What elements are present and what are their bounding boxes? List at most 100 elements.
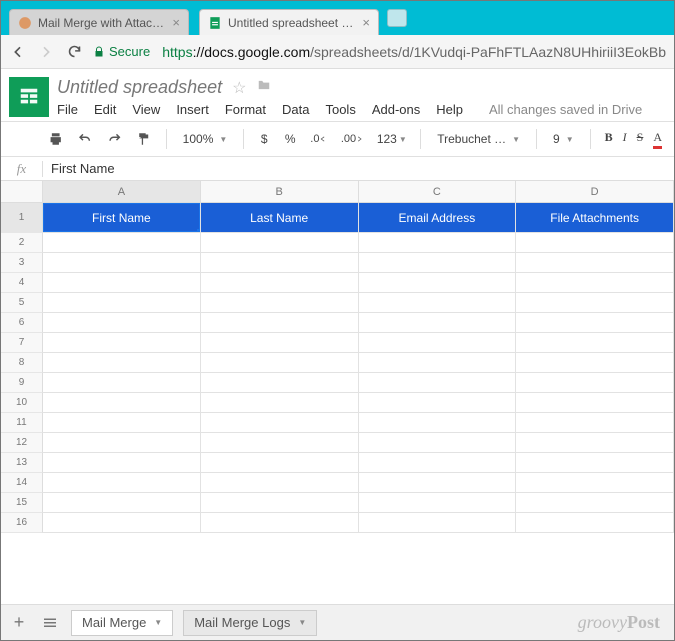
cell[interactable] xyxy=(43,293,201,313)
cell[interactable] xyxy=(516,253,674,273)
star-icon[interactable]: ☆ xyxy=(232,78,246,98)
bold-button[interactable]: B xyxy=(605,130,613,149)
cell[interactable] xyxy=(516,373,674,393)
col-header-b[interactable]: B xyxy=(201,181,359,203)
menu-addons[interactable]: Add-ons xyxy=(372,102,420,117)
font-dropdown[interactable]: Trebuchet …▼ xyxy=(431,132,526,146)
cell[interactable] xyxy=(201,493,359,513)
undo-icon[interactable] xyxy=(73,128,96,150)
cell[interactable] xyxy=(516,393,674,413)
header-cell[interactable]: File Attachments xyxy=(516,203,674,233)
add-sheet-button[interactable]: + xyxy=(9,608,29,637)
cell[interactable] xyxy=(201,273,359,293)
cell[interactable] xyxy=(201,413,359,433)
format-currency-icon[interactable]: $ xyxy=(254,128,274,150)
cell[interactable] xyxy=(359,293,517,313)
cell[interactable] xyxy=(359,273,517,293)
cell[interactable] xyxy=(201,353,359,373)
sheets-logo-icon[interactable] xyxy=(9,77,49,117)
folder-icon[interactable] xyxy=(256,78,272,97)
cell[interactable] xyxy=(516,333,674,353)
menu-format[interactable]: Format xyxy=(225,102,266,117)
cell[interactable] xyxy=(201,333,359,353)
cell[interactable] xyxy=(43,373,201,393)
increase-decimal-icon[interactable]: .00 xyxy=(337,129,367,149)
cell[interactable] xyxy=(359,313,517,333)
format-percent-icon[interactable]: % xyxy=(280,128,300,150)
cell[interactable] xyxy=(359,373,517,393)
cell[interactable] xyxy=(359,233,517,253)
cell[interactable] xyxy=(201,313,359,333)
cell[interactable] xyxy=(516,353,674,373)
strike-button[interactable]: S xyxy=(637,130,644,149)
cell[interactable] xyxy=(43,313,201,333)
row-header[interactable]: 8 xyxy=(1,353,43,373)
menu-tools[interactable]: Tools xyxy=(325,102,355,117)
cell[interactable] xyxy=(359,413,517,433)
font-size-dropdown[interactable]: 9▼ xyxy=(547,132,580,146)
row-header[interactable]: 11 xyxy=(1,413,43,433)
row-header[interactable]: 7 xyxy=(1,333,43,353)
header-cell[interactable]: Last Name xyxy=(201,203,359,233)
cell[interactable] xyxy=(43,473,201,493)
cell[interactable] xyxy=(43,353,201,373)
cell[interactable] xyxy=(43,273,201,293)
cell[interactable] xyxy=(43,493,201,513)
cell[interactable] xyxy=(201,433,359,453)
menu-edit[interactable]: Edit xyxy=(94,102,116,117)
number-format-dropdown[interactable]: 123▼ xyxy=(373,128,410,150)
row-header[interactable]: 15 xyxy=(1,493,43,513)
row-header[interactable]: 5 xyxy=(1,293,43,313)
row-header[interactable]: 9 xyxy=(1,373,43,393)
formula-input[interactable]: First Name xyxy=(43,161,115,176)
row-header[interactable]: 2 xyxy=(1,233,43,253)
menu-insert[interactable]: Insert xyxy=(176,102,209,117)
cell[interactable] xyxy=(359,333,517,353)
sheet-tab-inactive[interactable]: Mail Merge Logs▼ xyxy=(183,610,317,636)
text-color-button[interactable]: A xyxy=(653,130,662,149)
col-header-c[interactable]: C xyxy=(359,181,517,203)
cell[interactable] xyxy=(359,493,517,513)
browser-tab-1[interactable]: Mail Merge with Attachm × xyxy=(9,9,189,35)
cell[interactable] xyxy=(43,253,201,273)
decrease-decimal-icon[interactable]: .0 xyxy=(306,129,331,149)
row-header[interactable]: 3 xyxy=(1,253,43,273)
cell[interactable] xyxy=(516,233,674,253)
cell[interactable] xyxy=(359,513,517,533)
cell[interactable] xyxy=(516,433,674,453)
all-sheets-button[interactable] xyxy=(39,613,61,633)
cell[interactable] xyxy=(516,273,674,293)
cell[interactable] xyxy=(516,473,674,493)
forward-button[interactable] xyxy=(37,43,55,61)
cell[interactable] xyxy=(516,493,674,513)
row-header[interactable]: 1 xyxy=(1,203,43,233)
paint-format-icon[interactable] xyxy=(132,127,155,151)
cell[interactable] xyxy=(359,353,517,373)
cell[interactable] xyxy=(201,293,359,313)
cell[interactable] xyxy=(359,393,517,413)
cell[interactable] xyxy=(43,393,201,413)
redo-icon[interactable] xyxy=(103,128,126,150)
zoom-dropdown[interactable]: 100%▼ xyxy=(177,132,234,146)
cell[interactable] xyxy=(43,453,201,473)
sheet-tab-active[interactable]: Mail Merge▼ xyxy=(71,610,173,636)
header-cell[interactable]: First Name xyxy=(43,203,201,233)
close-tab-icon[interactable]: × xyxy=(362,16,370,29)
row-header[interactable]: 13 xyxy=(1,453,43,473)
cell[interactable] xyxy=(516,513,674,533)
url-display[interactable]: Secure https://docs.google.com/spreadshe… xyxy=(93,43,666,61)
cell[interactable] xyxy=(201,473,359,493)
cell[interactable] xyxy=(201,373,359,393)
row-header[interactable]: 6 xyxy=(1,313,43,333)
cell[interactable] xyxy=(201,253,359,273)
menu-help[interactable]: Help xyxy=(436,102,463,117)
row-header[interactable]: 4 xyxy=(1,273,43,293)
cell[interactable] xyxy=(516,313,674,333)
cell[interactable] xyxy=(201,393,359,413)
menu-file[interactable]: File xyxy=(57,102,78,117)
reload-button[interactable] xyxy=(65,43,83,61)
cell[interactable] xyxy=(516,453,674,473)
browser-tab-2[interactable]: Untitled spreadsheet - Go × xyxy=(199,9,379,35)
back-button[interactable] xyxy=(9,43,27,61)
cell[interactable] xyxy=(516,413,674,433)
